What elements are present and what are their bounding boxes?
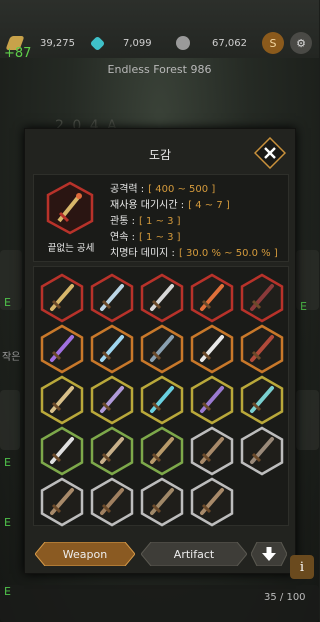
tab-artifact[interactable]: Artifact bbox=[141, 542, 247, 566]
violet-blade-icon bbox=[90, 375, 134, 425]
battle-axe-icon bbox=[140, 477, 184, 527]
pickaxe-icon bbox=[240, 426, 284, 476]
scythe-icon bbox=[190, 324, 234, 374]
item-detail-panel: 끝없는 공세 공격력 :[ 400 ~ 500 ] 재사용 대기시간 :[ 4 … bbox=[33, 174, 289, 262]
grid-item[interactable] bbox=[90, 426, 134, 476]
grid-item[interactable] bbox=[40, 477, 84, 527]
gain-indicator: +87 bbox=[4, 46, 32, 61]
stat-cooldown: 재사용 대기시간 :[ 4 ~ 7 ] bbox=[110, 200, 230, 211]
ore-counter: 67,062 bbox=[176, 32, 247, 54]
grid-item[interactable] bbox=[240, 324, 284, 374]
grid-item[interactable] bbox=[90, 477, 134, 527]
grid-item[interactable] bbox=[190, 477, 234, 527]
stage-title: Endless Forest 986 bbox=[107, 63, 212, 76]
ice-sword-icon bbox=[90, 324, 134, 374]
info-icon: i bbox=[299, 559, 305, 575]
grid-item[interactable] bbox=[190, 375, 234, 425]
down-arrow-icon bbox=[250, 541, 288, 567]
shop-button[interactable]: S bbox=[262, 32, 284, 54]
grid-item[interactable] bbox=[190, 426, 234, 476]
purple-crystal-sword-icon bbox=[40, 324, 84, 374]
grid-item[interactable] bbox=[140, 477, 184, 527]
background-tile bbox=[0, 585, 319, 622]
gear-icon: ⚙ bbox=[296, 36, 306, 50]
hammer-icon bbox=[190, 426, 234, 476]
short-sword-icon bbox=[40, 426, 84, 476]
crystal-shield-icon bbox=[240, 375, 284, 425]
collection-modal: 도감 끝없는 공세 공격력 :[ 400 ~ 500 ] 재사용 대기시간 :[… bbox=[24, 128, 296, 574]
side-label: 작은 bbox=[2, 352, 21, 363]
stat-crit-damage: 치명타 데미지 :[ 30.0 % ~ 50.0 % ] bbox=[110, 248, 278, 259]
close-icon bbox=[253, 136, 287, 170]
double-axe-icon bbox=[40, 375, 84, 425]
flame-sword-icon bbox=[190, 273, 234, 323]
grid-item[interactable] bbox=[240, 273, 284, 323]
stat-attack: 공격력 :[ 400 ~ 500 ] bbox=[110, 184, 216, 195]
side-label: E bbox=[4, 456, 11, 469]
grid-item[interactable] bbox=[140, 324, 184, 374]
steel-shield-icon bbox=[140, 324, 184, 374]
hand-axe-icon bbox=[140, 426, 184, 476]
grid-item[interactable] bbox=[190, 273, 234, 323]
grid-item[interactable] bbox=[90, 324, 134, 374]
stat-combo: 연속 :[ 1 ~ 3 ] bbox=[110, 232, 181, 243]
gold-value: 39,275 bbox=[40, 37, 75, 49]
wooden-club-icon bbox=[40, 477, 84, 527]
grid-item[interactable] bbox=[90, 375, 134, 425]
side-label: E bbox=[4, 296, 11, 309]
grid-item[interactable] bbox=[190, 324, 234, 374]
selected-item-name: 끝없는 공세 bbox=[47, 243, 95, 254]
silver-dagger-icon bbox=[140, 273, 184, 323]
grid-item[interactable] bbox=[140, 273, 184, 323]
grid-item[interactable] bbox=[40, 426, 84, 476]
collection-counter: 35 / 100 bbox=[264, 592, 306, 603]
info-button[interactable]: i bbox=[290, 555, 314, 579]
gem-counter: 7,099 bbox=[89, 32, 152, 54]
grid-item[interactable] bbox=[140, 375, 184, 425]
iron-axe-icon bbox=[90, 426, 134, 476]
shop-label: S bbox=[269, 36, 277, 50]
sort-button[interactable] bbox=[250, 541, 288, 567]
side-label: E bbox=[4, 516, 11, 529]
ore-value: 67,062 bbox=[212, 37, 247, 49]
purple-dagger-icon bbox=[190, 375, 234, 425]
mace-icon bbox=[90, 477, 134, 527]
grid-item[interactable] bbox=[40, 324, 84, 374]
crystal-icon bbox=[89, 35, 106, 51]
winged-blade-icon bbox=[90, 273, 134, 323]
grid-item[interactable] bbox=[240, 375, 284, 425]
cyan-blade-icon bbox=[140, 375, 184, 425]
ore-icon bbox=[176, 36, 190, 50]
gem-value: 7,099 bbox=[123, 37, 152, 49]
golden-sword-icon bbox=[40, 273, 84, 323]
ornate-golden-sword-icon bbox=[46, 181, 94, 235]
spiked-club-icon bbox=[240, 324, 284, 374]
close-button[interactable] bbox=[253, 136, 287, 170]
grid-item[interactable] bbox=[240, 426, 284, 476]
grid-item[interactable] bbox=[90, 273, 134, 323]
grid-item[interactable] bbox=[40, 375, 84, 425]
tab-artifact-label: Artifact bbox=[173, 547, 215, 561]
side-label: E bbox=[4, 585, 11, 598]
background-tile bbox=[0, 390, 20, 450]
tab-weapon-label: Weapon bbox=[62, 547, 108, 561]
dark-axe-icon bbox=[240, 273, 284, 323]
item-grid bbox=[33, 266, 289, 527]
grid-item[interactable] bbox=[140, 426, 184, 476]
wooden-dagger-icon bbox=[190, 477, 234, 527]
stat-pierce: 관통 :[ 1 ~ 3 ] bbox=[110, 216, 181, 227]
settings-button[interactable]: ⚙ bbox=[290, 32, 312, 54]
background-tile bbox=[296, 390, 319, 450]
grid-item[interactable] bbox=[40, 273, 84, 323]
tab-weapon[interactable]: Weapon bbox=[35, 542, 135, 566]
side-label: E bbox=[300, 300, 307, 313]
